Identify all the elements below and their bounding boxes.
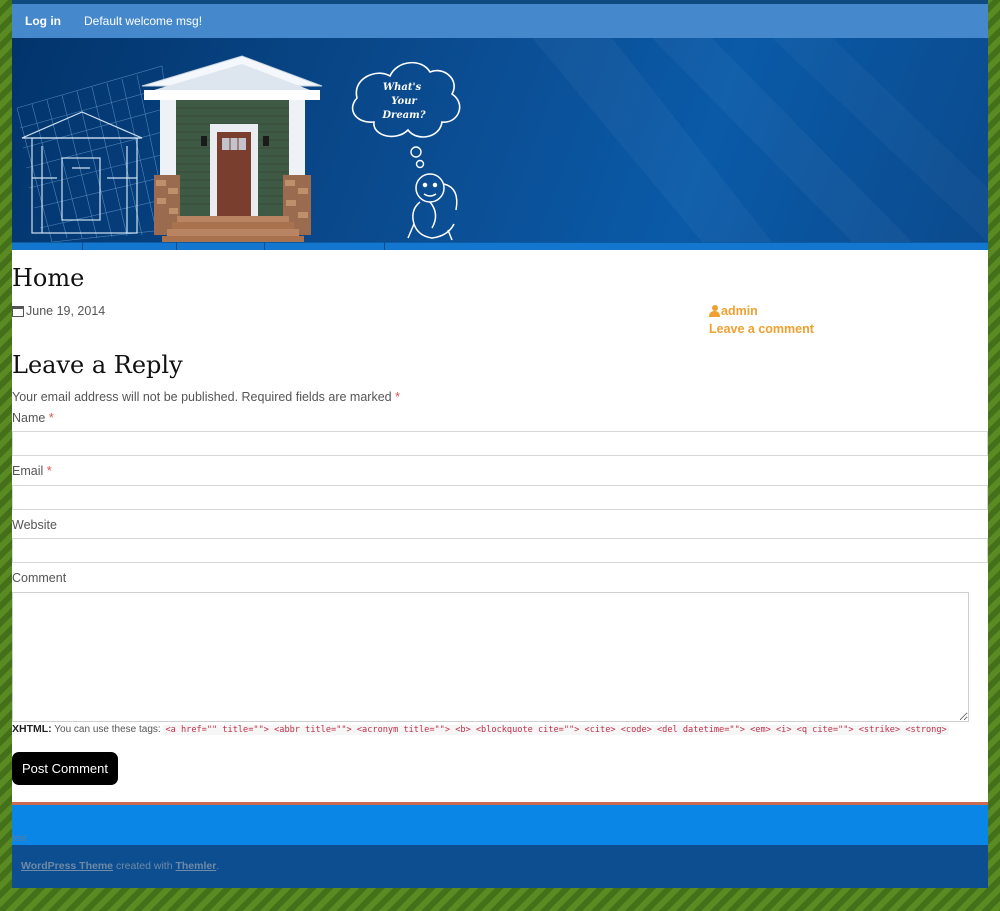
- required-mark: *: [395, 390, 400, 404]
- author-name[interactable]: admin: [721, 304, 758, 318]
- themler-link[interactable]: Themler: [175, 860, 216, 872]
- email-input[interactable]: [12, 485, 988, 510]
- login-link[interactable]: Log in: [25, 14, 61, 28]
- xhtml-text: You can use these tags:: [54, 724, 161, 735]
- required-mark: *: [46, 464, 52, 478]
- nav-divider: [82, 242, 83, 250]
- footer-top-text: test: [12, 833, 27, 843]
- user-icon: [709, 305, 720, 317]
- bubble-text-line-1: What's: [383, 82, 422, 93]
- welcome-message: Default welcome msg!: [84, 14, 203, 28]
- calendar-icon: [12, 305, 24, 317]
- website-input[interactable]: [12, 538, 988, 563]
- name-label-text: Name: [12, 411, 46, 425]
- header-banner: What's Your Dream?: [12, 38, 988, 242]
- comment-textarea[interactable]: [12, 592, 969, 722]
- nav-divider: [384, 242, 385, 250]
- comment-label: Comment: [12, 571, 67, 585]
- email-label-text: Email: [12, 464, 44, 478]
- nav-strip: [12, 242, 988, 250]
- name-input[interactable]: [12, 431, 988, 456]
- post-date: June 19, 2014: [12, 304, 105, 318]
- wordpress-theme-link[interactable]: WordPress Theme: [21, 860, 113, 872]
- footer-credit: WordPress Theme created with Themler.: [21, 860, 219, 872]
- page-title: Home: [12, 264, 85, 292]
- bubble-text-line-3: Dream?: [381, 110, 425, 121]
- website-label: Website: [12, 518, 57, 532]
- name-label: Name *: [12, 411, 54, 425]
- reply-title: Leave a Reply: [12, 351, 183, 379]
- credit-period: .: [216, 860, 220, 872]
- leave-comment-link[interactable]: Leave a comment: [709, 322, 814, 336]
- bubble-text-line-2: Your: [391, 96, 417, 107]
- page-container: Log in Default welcome msg! What's Your …: [12, 0, 988, 888]
- nav-divider: [176, 242, 177, 250]
- house-blueprint-illustration: What's Your Dream?: [16, 38, 912, 242]
- created-with-text: created with: [115, 860, 173, 872]
- nav-divider: [264, 242, 265, 250]
- top-bar: Log in Default welcome msg!: [12, 0, 988, 38]
- allowed-tags-note: XHTML: You can use these tags: <a href="…: [12, 723, 949, 735]
- email-label: Email *: [12, 464, 52, 478]
- footer-top: test: [12, 805, 988, 845]
- comment-notes-text: Your email address will not be published…: [12, 390, 392, 404]
- xhtml-label: XHTML:: [12, 723, 52, 735]
- allowed-tags-code: <a href="" title=""> <abbr title=""> <ac…: [163, 725, 949, 735]
- post-date-text: June 19, 2014: [26, 304, 106, 318]
- footer-bottom: WordPress Theme created with Themler.: [12, 845, 988, 888]
- required-mark: *: [48, 411, 54, 425]
- post-comment-button[interactable]: Post Comment: [12, 752, 118, 785]
- comment-notes: Your email address will not be published…: [12, 390, 400, 404]
- post-author[interactable]: admin: [709, 304, 758, 318]
